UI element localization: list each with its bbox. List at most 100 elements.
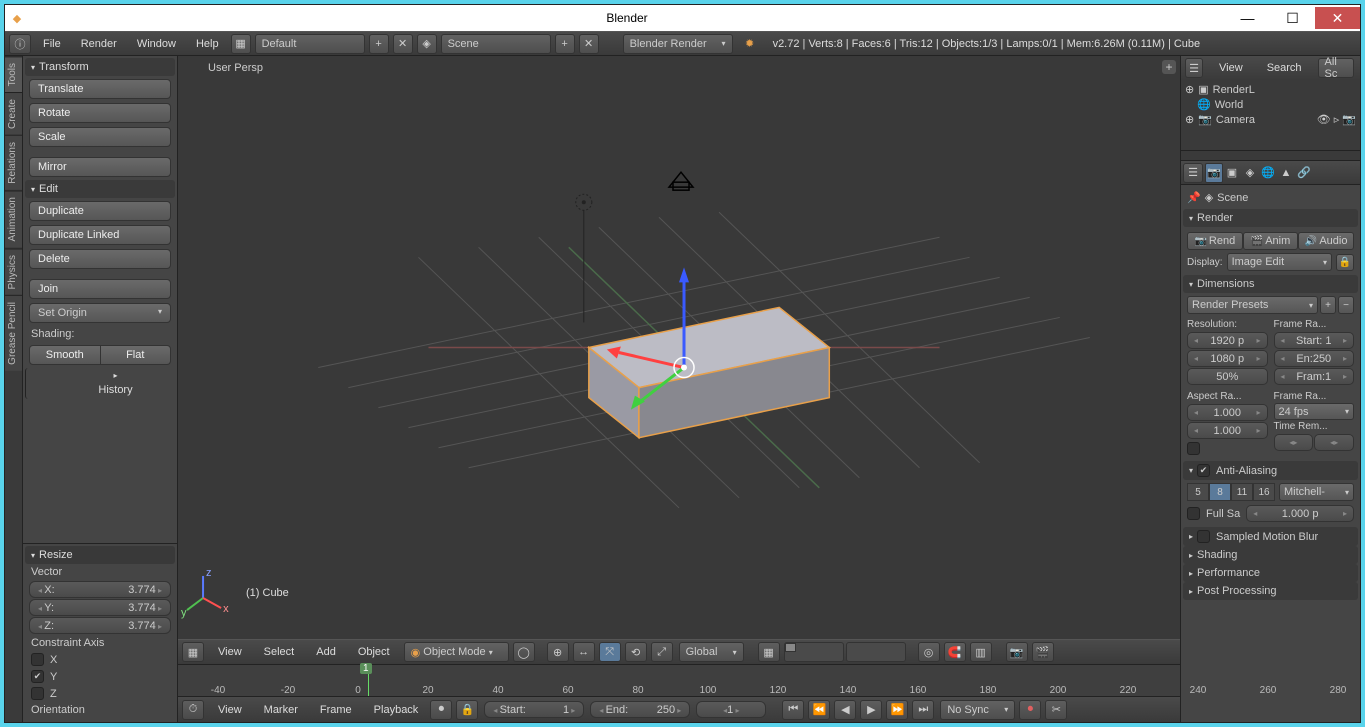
menu-file[interactable]: File	[33, 32, 71, 56]
view3d[interactable]: User Persp	[178, 56, 1180, 639]
tab-relations[interactable]: Relations	[5, 135, 22, 190]
layer-buttons[interactable]	[784, 642, 906, 662]
duplicate-button[interactable]: Duplicate	[29, 201, 171, 221]
post-panel-header[interactable]: Post Processing	[1183, 582, 1358, 600]
res-x[interactable]: ◂1920 p▸	[1187, 332, 1268, 349]
preset-remove-icon[interactable]: −	[1338, 296, 1354, 314]
timeline-cursor[interactable]	[368, 665, 369, 696]
smooth-button[interactable]: Smooth	[29, 345, 101, 365]
screen-browse-icon[interactable]: ▦	[231, 34, 251, 54]
screen-del-icon[interactable]: ✕	[393, 34, 413, 54]
tab-grease[interactable]: Grease Pencil	[5, 295, 22, 371]
rotate-button[interactable]: Rotate	[29, 103, 171, 123]
remap-new[interactable]: ◂▸	[1314, 434, 1354, 451]
editor-type-outliner-icon[interactable]: ☰	[1185, 58, 1203, 78]
panel-edit[interactable]: Edit	[25, 180, 175, 198]
sync-mode[interactable]: No Sync▾	[940, 700, 1015, 720]
tab-physics[interactable]: Physics	[5, 248, 22, 295]
res-y[interactable]: ◂1080 p▸	[1187, 350, 1268, 367]
lock-ui-icon[interactable]: 🔒	[1336, 254, 1354, 271]
tab-create[interactable]: Create	[5, 92, 22, 135]
translate-widget-icon[interactable]: ⤧	[599, 642, 621, 662]
fps-select[interactable]: 24 fps▾	[1274, 403, 1355, 420]
frame-step[interactable]: ◂Fram:1▸	[1274, 368, 1355, 385]
preset-add-icon[interactable]: +	[1320, 296, 1336, 314]
view3d-menu-select[interactable]: Select	[254, 640, 305, 664]
outliner-search[interactable]: Search	[1257, 56, 1312, 80]
mode-select[interactable]: ◉ Object Mode ▾	[404, 642, 509, 662]
aspect-y[interactable]: ◂1.000▸	[1187, 422, 1268, 439]
close-button[interactable]: ✕	[1315, 7, 1360, 29]
view3d-menu-add[interactable]: Add	[306, 640, 346, 664]
scale-widget-icon[interactable]: ⤢	[651, 642, 673, 662]
performance-panel-header[interactable]: Performance	[1183, 564, 1358, 582]
set-origin-button[interactable]: Set Origin▾	[29, 303, 171, 323]
frame-end[interactable]: ◂En:250▸	[1274, 350, 1355, 367]
autokey-icon[interactable]: ⏺	[430, 700, 452, 720]
fullsample-check[interactable]	[1187, 507, 1200, 520]
tab-tools[interactable]: Tools	[5, 56, 22, 92]
render-anim-icon[interactable]: 🎬	[1032, 642, 1054, 662]
duplicate-linked-button[interactable]: Duplicate Linked	[29, 225, 171, 245]
view3d-menu-object[interactable]: Object	[348, 640, 400, 664]
render-anim-button[interactable]: 🎬Anim	[1243, 232, 1299, 250]
editor-type-3dview-icon[interactable]: ▦	[182, 642, 204, 662]
aspect-x[interactable]: ◂1.000▸	[1187, 404, 1268, 421]
flat-button[interactable]: Flat	[101, 345, 172, 365]
join-button[interactable]: Join	[29, 279, 171, 299]
editor-type-timeline-icon[interactable]: ⏱	[182, 700, 204, 720]
resize-z[interactable]: Z:3.774	[29, 617, 171, 634]
editor-type-props-icon[interactable]: ☰	[1183, 163, 1203, 183]
dimensions-panel-header[interactable]: Dimensions	[1183, 275, 1358, 293]
aa-panel-header[interactable]: ✔Anti-Aliasing	[1183, 461, 1358, 480]
render-preview-icon[interactable]: 📷	[1006, 642, 1028, 662]
scene-browse-icon[interactable]: ◈	[417, 34, 437, 54]
play-reverse-icon[interactable]: ◀	[834, 700, 856, 720]
maximize-button[interactable]: ☐	[1270, 7, 1315, 29]
constraint-x[interactable]: X	[25, 651, 175, 668]
lock-icon[interactable]: 🔒	[456, 700, 478, 720]
snap-type-icon[interactable]: ▥	[970, 642, 992, 662]
prop-constraints-icon[interactable]: 🔗	[1295, 163, 1313, 183]
constraint-z[interactable]: Z	[25, 685, 175, 702]
tl-menu-view[interactable]: View	[208, 698, 252, 722]
keying-set-icon[interactable]: ✂	[1045, 700, 1067, 720]
play-icon[interactable]: ▶	[860, 700, 882, 720]
frame-start[interactable]: ◂Start: 1▸	[1274, 332, 1355, 349]
timeline-ruler[interactable]: -40-200204060801001201401601802002202402…	[178, 665, 1180, 697]
tl-menu-frame[interactable]: Frame	[310, 698, 362, 722]
panel-history[interactable]: History	[25, 368, 178, 399]
start-frame[interactable]: Start:1	[484, 701, 584, 718]
expand-n-panel-icon[interactable]: +	[1162, 60, 1176, 74]
minimize-button[interactable]: —	[1225, 7, 1270, 29]
scene-del-icon[interactable]: ✕	[579, 34, 599, 54]
pivot-icon[interactable]: ⊕	[547, 642, 569, 662]
aa-samples[interactable]: 5 8 11 16	[1187, 483, 1275, 501]
outliner-item-world[interactable]: 🌐World	[1183, 97, 1358, 112]
editor-type-icon[interactable]: ⓘ	[9, 34, 31, 54]
outliner-item-camera[interactable]: ⊕📷Camera👁 ▹ 📷	[1183, 112, 1358, 127]
scene-add-icon[interactable]: +	[555, 34, 575, 54]
prop-world-icon[interactable]: 🌐	[1259, 163, 1277, 183]
shading-panel-header[interactable]: Shading	[1183, 546, 1358, 564]
transform-orientation[interactable]: Global▾	[679, 642, 744, 662]
resize-x[interactable]: X:3.774	[29, 581, 171, 598]
manipulator-toggle-icon[interactable]: ↔	[573, 642, 595, 662]
smb-panel-header[interactable]: Sampled Motion Blur	[1183, 527, 1358, 546]
view3d-menu-view[interactable]: View	[208, 640, 252, 664]
viewport-shading-icon[interactable]: ◯	[513, 642, 535, 662]
scene-name[interactable]: Scene	[441, 34, 551, 54]
render-button[interactable]: 📷Rend	[1187, 232, 1243, 250]
aa-filter[interactable]: Mitchell-▾	[1279, 483, 1354, 501]
translate-button[interactable]: Translate	[29, 79, 171, 99]
keyframe-next-icon[interactable]: ⏩	[886, 700, 908, 720]
end-frame[interactable]: End:250	[590, 701, 690, 718]
current-frame[interactable]: 1	[696, 701, 766, 718]
screen-add-icon[interactable]: +	[369, 34, 389, 54]
prop-render-icon[interactable]: 📷	[1205, 163, 1223, 183]
pin-icon[interactable]: 📌	[1187, 191, 1201, 204]
outliner-scrollbar[interactable]	[1181, 150, 1360, 160]
menu-window[interactable]: Window	[127, 32, 186, 56]
aa-pixel-size[interactable]: ◂1.000 p▸	[1246, 505, 1354, 522]
prop-scene-icon[interactable]: ◈	[1241, 163, 1259, 183]
